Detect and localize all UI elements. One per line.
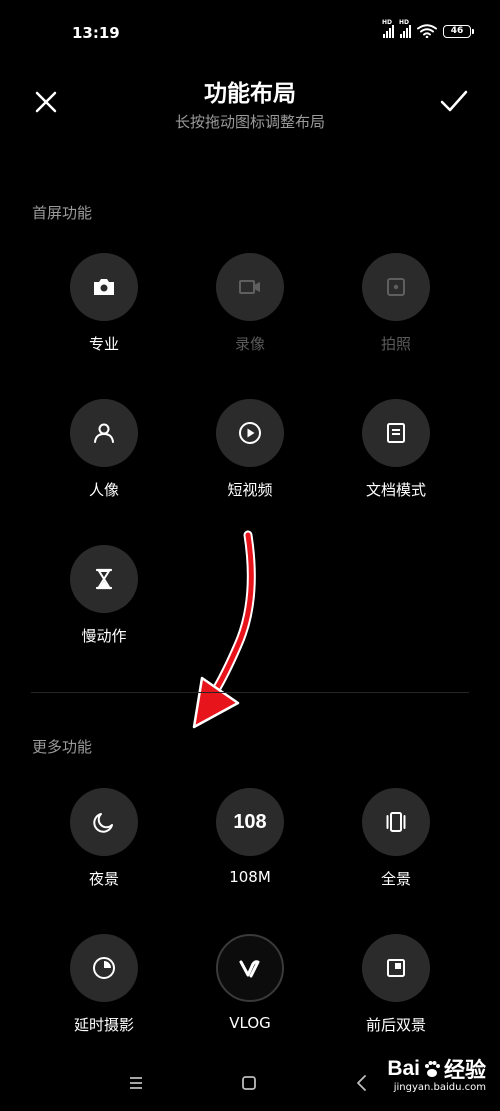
feature-label: 专业 (88, 335, 119, 353)
feature-slow-motion-button[interactable] (70, 545, 138, 613)
feature-label: 录像 (234, 335, 265, 353)
feature-pro[interactable]: 专业 (34, 253, 174, 373)
document-icon (387, 423, 405, 443)
feature-vlog-button[interactable] (216, 934, 284, 1002)
wifi-icon (417, 24, 437, 38)
feature-video[interactable]: 录像 (180, 253, 320, 373)
feature-label: 夜景 (88, 870, 119, 888)
status-time: 13:19 (72, 24, 120, 42)
icon-text-108: 108 (233, 810, 267, 833)
feature-short-video[interactable]: 短视频 (180, 399, 320, 519)
watermark-logo-right: 经验 (444, 1059, 486, 1082)
status-icons: HD HD 46 (382, 19, 474, 38)
moon-icon (93, 813, 113, 833)
feature-label: 全景 (380, 870, 411, 888)
feature-document-button[interactable] (362, 399, 430, 467)
signal-icon: HD (399, 19, 411, 38)
page-title: 功能布局 (204, 81, 296, 107)
feature-dual-view-button[interactable] (362, 934, 430, 1002)
feature-label: 延时摄影 (73, 1016, 134, 1034)
menu-icon (130, 1077, 142, 1089)
hourglass-icon (95, 568, 113, 590)
feature-vlog[interactable]: VLOG (180, 934, 320, 1054)
feature-pro-button[interactable] (70, 253, 138, 321)
section-divider (31, 692, 469, 693)
camera-icon (94, 279, 114, 295)
shutter-icon (387, 278, 405, 296)
battery-icon: 46 (443, 24, 474, 38)
red-arrow-icon (192, 530, 256, 729)
watermark-url: jingyan.baidu.com (393, 1082, 486, 1093)
vlog-icon (239, 960, 260, 978)
feature-portrait-button[interactable] (70, 399, 138, 467)
panorama-icon (386, 812, 406, 832)
feature-label: 前后双景 (365, 1016, 426, 1034)
check-icon (440, 90, 468, 112)
feature-108m-button[interactable]: 108 (216, 788, 284, 856)
feature-timelapse[interactable]: 延时摄影 (34, 934, 174, 1054)
person-icon (94, 423, 114, 443)
menu-button[interactable] (124, 1071, 148, 1095)
feature-label: VLOG (229, 1014, 271, 1032)
feature-108m[interactable]: 108 108M (180, 788, 320, 908)
play-icon (239, 422, 261, 444)
baidu-logo: Bai 经验 (387, 1054, 486, 1084)
paw-icon (425, 1061, 440, 1077)
feature-label: 慢动作 (81, 627, 127, 645)
home-icon (242, 1076, 256, 1090)
feature-slow-motion[interactable]: 慢动作 (34, 545, 174, 665)
feature-label: 短视频 (227, 481, 273, 499)
confirm-button[interactable] (438, 86, 470, 118)
section-home-label: 首屏功能 (32, 204, 93, 222)
home-button[interactable] (237, 1071, 261, 1095)
feature-label: 文档模式 (365, 481, 426, 499)
back-button[interactable] (350, 1071, 374, 1095)
feature-label: 拍照 (380, 335, 411, 353)
timer-icon (93, 957, 115, 979)
feature-label: 108M (229, 868, 271, 886)
battery-level: 46 (443, 24, 471, 38)
signal-icon: HD (382, 19, 394, 38)
feature-short-video-button[interactable] (216, 399, 284, 467)
feature-document[interactable]: 文档模式 (326, 399, 466, 519)
feature-label: 人像 (88, 481, 119, 499)
status-bar: 13:19 HD HD 46 (0, 0, 500, 60)
signal-hd-label: HD (399, 19, 410, 26)
section-more-label: 更多功能 (32, 738, 93, 756)
feature-photo[interactable]: 拍照 (326, 253, 466, 373)
feature-video-button[interactable] (216, 253, 284, 321)
baidu-watermark: Bai 经验 jingyan.baidu.com (387, 1054, 486, 1093)
signal-hd-label: HD (382, 19, 393, 26)
feature-timelapse-button[interactable] (70, 934, 138, 1002)
feature-dual-view[interactable]: 前后双景 (326, 934, 466, 1054)
back-icon (357, 1075, 366, 1091)
watermark-logo-left: Bai (387, 1057, 420, 1080)
video-camera-icon (239, 280, 260, 294)
feature-night-button[interactable] (70, 788, 138, 856)
feature-panorama[interactable]: 全景 (326, 788, 466, 908)
feature-night[interactable]: 夜景 (34, 788, 174, 908)
dual-view-icon (387, 959, 405, 977)
feature-portrait[interactable]: 人像 (34, 399, 174, 519)
feature-photo-button[interactable] (362, 253, 430, 321)
feature-panorama-button[interactable] (362, 788, 430, 856)
page-subtitle: 长按拖动图标调整布局 (174, 113, 325, 131)
